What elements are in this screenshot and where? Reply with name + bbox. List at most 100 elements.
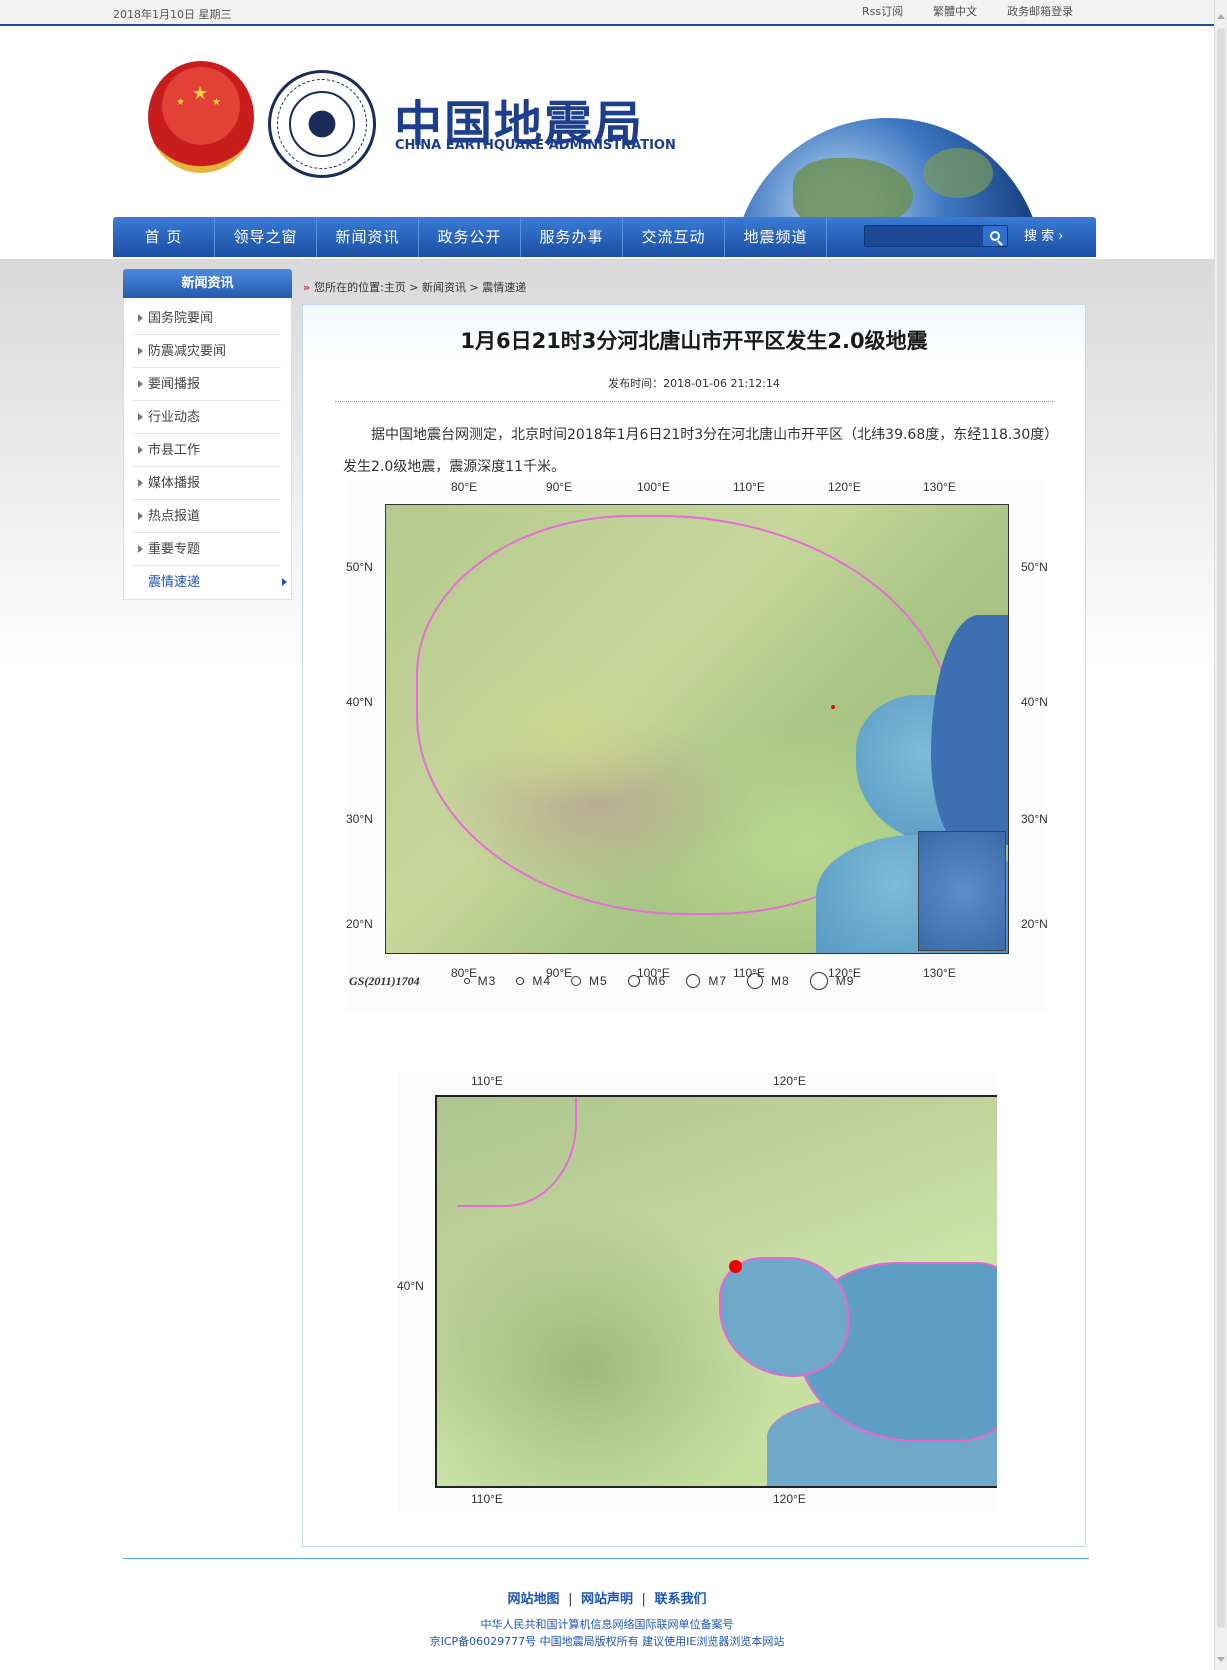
- triangle-icon: [138, 479, 143, 487]
- footer-links: 网站地图 | 网站声明 | 联系我们: [507, 1592, 707, 1607]
- vertical-scrollbar[interactable]: [1214, 0, 1227, 1670]
- china-overview-map: 80°E 90°E 100°E 110°E 120°E 130°E 80°E 9…: [345, 480, 1048, 1010]
- search-box: [864, 225, 1008, 247]
- current-date: 2018年1月10日 星期三: [113, 8, 232, 21]
- breadcrumb: » 您所在的位置:主页 > 新闻资讯 > 震情速递: [303, 279, 526, 295]
- sidebar-item-industry[interactable]: 行业动态: [132, 401, 281, 434]
- footer-divider: [123, 1558, 1089, 1559]
- footer-statement-link[interactable]: 网站声明: [581, 1592, 633, 1607]
- magnitude-legend: GS(2011)1704 M3 M4 M5 M6 M7 M8 M9: [349, 972, 874, 990]
- scroll-down-icon[interactable]: [1217, 1657, 1225, 1662]
- article-title: 1月6日21时3分河北唐山市开平区发生2.0级地震: [460, 329, 928, 353]
- triangle-icon: [138, 314, 143, 322]
- sidebar-title: 新闻资讯: [123, 269, 292, 298]
- triangle-icon: [138, 347, 143, 355]
- scroll-up-icon[interactable]: [1217, 14, 1225, 19]
- search-icon: [990, 231, 1000, 241]
- sidebar-item-media[interactable]: 媒体播报: [132, 467, 281, 500]
- publish-time: 发布时间：2018-01-06 21:12:14: [608, 377, 780, 390]
- sidebar-item-special-topics[interactable]: 重要专题: [132, 533, 281, 566]
- nav-interaction[interactable]: 交流互动: [623, 217, 725, 257]
- footer-sitemap-link[interactable]: 网站地图: [508, 1592, 560, 1607]
- footer-registration[interactable]: 中华人民共和国计算机信息网络国际联网单位备案号: [0, 1616, 1214, 1633]
- sidebar-item-quake-express[interactable]: 震情速递: [132, 566, 287, 599]
- top-links: Rss订阅 繁體中文 政务邮箱登录: [862, 3, 1073, 19]
- sidebar-item-county-work[interactable]: 市县工作: [132, 434, 281, 467]
- nav-leadership[interactable]: 领导之窗: [215, 217, 317, 257]
- map-approval-number: GS(2011)1704: [349, 973, 420, 988]
- sidebar-item-disaster-prevention[interactable]: 防震减灾要闻: [132, 335, 281, 368]
- epicenter-marker: [729, 1260, 742, 1273]
- sidebar-item-news-broadcast[interactable]: 要闻播报: [132, 368, 281, 401]
- legend-m4: M4: [516, 974, 551, 988]
- top-bar: 2018年1月10日 星期三 Rss订阅 繁體中文 政务邮箱登录: [0, 0, 1214, 26]
- sidebar-item-hot-reports[interactable]: 热点报道: [132, 500, 281, 533]
- triangle-icon: [138, 545, 143, 553]
- site-logo-english: CHINA EARTHQUAKE ADMINISTRATION: [395, 138, 676, 153]
- map1-lat-tick-right: 50°N: [1021, 560, 1048, 574]
- legend-m7: M7: [686, 974, 727, 988]
- sidebar: 新闻资讯 国务院要闻 防震减灾要闻 要闻播报 行业动态 市县工作 媒体播报 热点…: [123, 269, 292, 600]
- search-input[interactable]: [865, 227, 983, 247]
- triangle-icon: [138, 446, 143, 454]
- traditional-chinese-link[interactable]: 繁體中文: [933, 3, 977, 19]
- sidebar-item-state-council[interactable]: 国务院要闻: [132, 302, 281, 335]
- map1-lon-tick: 130°E: [923, 480, 956, 494]
- nav-home[interactable]: 首 页: [113, 217, 215, 257]
- map1-lat-tick-right: 40°N: [1021, 695, 1048, 709]
- map1-lon-tick-bottom: 130°E: [923, 966, 956, 980]
- map1-image: [385, 504, 1009, 954]
- legend-m5: M5: [571, 974, 608, 988]
- national-emblem-icon: ★ ★ ★: [148, 61, 254, 173]
- nav-services[interactable]: 服务办事: [521, 217, 623, 257]
- mail-login-link[interactable]: 政务邮箱登录: [1007, 3, 1073, 19]
- nav-news[interactable]: 新闻资讯: [317, 217, 419, 257]
- map2-lon-tick-bottom: 110°E: [471, 1492, 503, 1506]
- search-button[interactable]: [983, 226, 1007, 246]
- breadcrumb-text[interactable]: 您所在的位置:主页 > 新闻资讯 > 震情速递: [314, 281, 526, 294]
- divider: [335, 401, 1053, 402]
- bohai-bay: [719, 1257, 849, 1377]
- map1-lat-tick: 30°N: [346, 812, 373, 826]
- main-nav: 首 页 领导之窗 新闻资讯 政务公开 服务办事 交流互动 地震频道 搜 索 ›: [113, 217, 1096, 257]
- province-border: [457, 1097, 577, 1207]
- map1-lat-tick: 50°N: [346, 560, 373, 574]
- search-label[interactable]: 搜 索 ›: [1024, 217, 1063, 257]
- map1-lat-tick-right: 20°N: [1021, 917, 1048, 931]
- map2-lat-tick: 40°N: [397, 1279, 424, 1293]
- sidebar-list: 国务院要闻 防震减灾要闻 要闻播报 行业动态 市县工作 媒体播报 热点报道 重要…: [123, 298, 292, 600]
- map1-lon-tick: 110°E: [733, 480, 765, 494]
- globe-icon: [733, 118, 1043, 218]
- map2-lon-tick: 110°E: [471, 1074, 503, 1088]
- map1-lon-tick: 90°E: [546, 480, 573, 494]
- nav-earthquake-channel[interactable]: 地震频道: [725, 217, 827, 257]
- footer-info: 中华人民共和国计算机信息网络国际联网单位备案号 京ICP备06029777号 中…: [0, 1616, 1214, 1650]
- map1-lat-tick-right: 30°N: [1021, 812, 1048, 826]
- map2-lon-tick: 120°E: [773, 1074, 806, 1088]
- seal-center-icon: [289, 91, 355, 157]
- legend-m3: M3: [463, 974, 497, 988]
- rss-link[interactable]: Rss订阅: [862, 3, 903, 19]
- chevron-right-icon: [282, 578, 287, 586]
- south-china-sea-inset: [918, 831, 1006, 951]
- map2-image: [435, 1095, 997, 1488]
- triangle-icon: [138, 380, 143, 388]
- sea-of-japan: [931, 615, 1008, 845]
- article-body: 据中国地震台网测定，北京时间2018年1月6日21时3分在河北唐山市开平区（北纬…: [343, 427, 1052, 475]
- legend-m8: M8: [747, 973, 790, 989]
- legend-m9: M9: [809, 972, 855, 990]
- legend-m6: M6: [627, 974, 667, 988]
- map2-lon-tick-bottom: 120°E: [773, 1492, 806, 1506]
- map1-lon-tick: 120°E: [828, 480, 861, 494]
- footer-copyright: 京ICP备06029777号 中国地震局版权所有 建议使用IE浏览器浏览本网站: [429, 1635, 785, 1648]
- map1-lon-tick: 100°E: [637, 480, 670, 494]
- scroll-thumb[interactable]: [1217, 28, 1225, 1628]
- globe-banner: [700, 110, 1060, 218]
- epicenter-marker: [831, 705, 835, 709]
- footer-contact-link[interactable]: 联系我们: [654, 1592, 706, 1607]
- triangle-icon: [138, 512, 143, 520]
- breadcrumb-arrow-icon: »: [303, 281, 311, 294]
- regional-detail-map: 110°E 120°E 110°E 120°E 40°N: [397, 1072, 997, 1512]
- nav-government-affairs[interactable]: 政务公开: [419, 217, 521, 257]
- map1-lat-tick: 40°N: [346, 695, 373, 709]
